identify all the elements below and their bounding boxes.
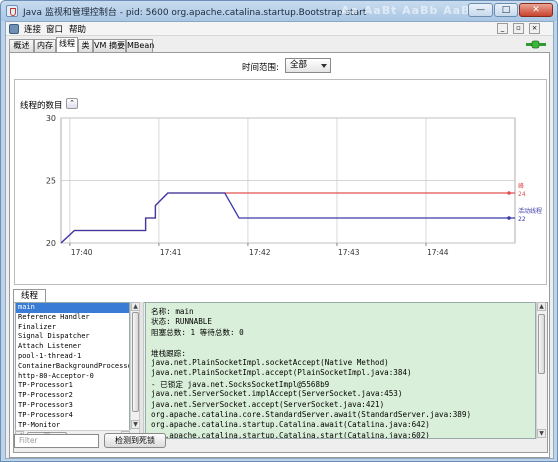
tab-overview[interactable]: 概述 [9, 39, 34, 52]
x-tick-label: 17:43 [338, 248, 360, 257]
thread-detail-line: 阻塞总数: 1 等待总数: 0 [151, 327, 244, 337]
thread-detail-line: - 已锁定 java.net.SocksSocketImpl@5568b9 [151, 379, 330, 389]
split-pane-divider[interactable] [139, 302, 144, 439]
title-bar[interactable]: Java 监视和管理控制台 - pid: 5600 org.apache.cat… [1, 1, 557, 21]
main-tabs: 概述 内存 线程 类 VM 摘要 MBean [6, 37, 553, 52]
thread-list-item[interactable]: Attach Listener [16, 342, 129, 352]
thread-detail-line: java.net.PlainSocketImpl.socketAccept(Na… [151, 358, 389, 367]
thread-list[interactable]: main Reference Handler Finalizer Signal Dis… [15, 302, 130, 439]
mdi-close-button[interactable]: × [529, 23, 540, 34]
y-tick-label: 25 [46, 177, 56, 186]
window-menu-icon[interactable] [9, 24, 19, 34]
x-tick-label: 17:41 [160, 248, 182, 257]
tab-threads[interactable]: 线程 [56, 37, 78, 52]
thread-detail-line: 名称: main [151, 307, 194, 316]
thread-detail-line: 堆栈跟踪: [151, 348, 186, 358]
thread-detail-line: java.net.ServerSocket.implAccept(ServerS… [151, 389, 403, 399]
time-range-label: 时间范围: [242, 63, 279, 73]
tab-classes[interactable]: 类 [78, 39, 93, 52]
connection-status-icon[interactable] [526, 40, 546, 49]
collapse-chart-button[interactable]: ⌃ [66, 98, 78, 109]
thread-filter-input[interactable]: Filter [14, 434, 99, 448]
thread-list-item[interactable]: ContainerBackgroundProcessor[S [16, 362, 129, 372]
maximize-button[interactable]: □ [494, 3, 518, 17]
client-area: 连接 窗口 帮助 _ ▫ × 概述 内存 线程 类 VM 摘要 MBean 时间… [5, 21, 554, 459]
thread-list-vscrollbar[interactable]: ▲ ▼ [130, 302, 140, 430]
thread-details: 名称: main 状态: RUNNABLE 阻塞总数: 1 等待总数: 0 堆栈跟踪:… [145, 302, 536, 439]
thread-list-item[interactable]: main [16, 303, 129, 313]
detect-deadlock-button[interactable]: 检测到死锁 [104, 433, 166, 448]
x-tick-label: 17:42 [249, 248, 271, 257]
thread-detail-line: org.apache.catalina.startup.Catalina.sta… [151, 430, 430, 439]
tab-memory[interactable]: 内存 [34, 39, 56, 52]
thread-detail-line: java.net.PlainSocketImpl.accept(PlainSoc… [151, 368, 412, 378]
mdi-minimize-button[interactable]: _ [497, 23, 508, 34]
chevron-down-icon [321, 64, 327, 68]
x-tick-label: 17:40 [71, 248, 93, 257]
thread-list-item[interactable]: Reference Handler [16, 313, 129, 323]
threads-subtab[interactable]: 线程 [13, 289, 46, 303]
thread-detail-line: 状态: RUNNABLE [151, 317, 212, 327]
menu-window[interactable]: 窗口 [46, 23, 63, 35]
thread-list-item[interactable]: pool-1-thread-1 [16, 352, 129, 362]
thread-list-item[interactable]: TP-Processor4 [16, 411, 129, 421]
menu-help[interactable]: 帮助 [69, 23, 86, 35]
window-title: Java 监视和管理控制台 - pid: 5600 org.apache.cat… [23, 8, 367, 18]
legend-series-name: 活动线程 [518, 207, 542, 215]
thread-detail-line: org.apache.catalina.core.StandardServer.… [151, 410, 472, 419]
x-tick-label: 17:44 [427, 248, 449, 257]
thread-list-item[interactable]: TP-Processor3 [16, 401, 129, 411]
tab-mbean[interactable]: MBean [126, 39, 154, 52]
thread-detail-line: org.apache.catalina.startup.Catalina.awa… [151, 420, 430, 430]
thread-list-item[interactable]: Signal Dispatcher [16, 332, 129, 342]
legend-series-value: 22 [518, 216, 526, 223]
thread-list-rows: main Reference Handler Finalizer Signal Dis… [16, 303, 129, 438]
details-vscrollbar[interactable]: ▲ ▼ [536, 302, 546, 439]
series-end-marker [507, 191, 511, 195]
series-end-marker [507, 216, 511, 220]
thread-list-item[interactable]: TP-Processor2 [16, 391, 129, 401]
legend-series-name: 峰 [518, 182, 524, 190]
details-scroll-down-arrow-icon[interactable]: ▼ [537, 429, 546, 438]
java-cup-icon [6, 5, 18, 17]
mdi-restore-button[interactable]: ▫ [513, 23, 524, 34]
minimize-button[interactable]: — [468, 3, 493, 17]
thread-list-item[interactable]: TP-Monitor [16, 421, 129, 431]
thread-list-item[interactable]: TP-Processor1 [16, 381, 129, 391]
thread-list-vscroll-thumb[interactable] [132, 312, 139, 412]
close-button[interactable]: ✕ [519, 3, 553, 17]
details-vscroll-thumb[interactable] [538, 314, 545, 374]
y-tick-label: 30 [46, 114, 56, 123]
details-scroll-up-arrow-icon[interactable]: ▲ [537, 302, 546, 311]
menu-bar: 连接 窗口 帮助 _ ▫ × [6, 22, 553, 36]
y-tick-label: 20 [46, 239, 56, 248]
time-range-select[interactable]: 全部 [285, 58, 331, 73]
time-range-value: 全部 [290, 60, 308, 70]
menu-connection[interactable]: 连接 [24, 23, 41, 35]
app-window: Java 监视和管理控制台 - pid: 5600 org.apache.cat… [0, 0, 558, 462]
chart-title: 线程的数目 [18, 99, 65, 111]
tab-vm-summary[interactable]: VM 摘要 [93, 39, 126, 52]
thread-list-item[interactable]: http-80-Acceptor-0 [16, 372, 129, 382]
thread-detail-line: java.net.ServerSocket.accept(ServerSocke… [151, 399, 385, 409]
thread-list-item[interactable]: Finalizer [16, 323, 129, 333]
legend-series-value: 24 [518, 191, 526, 198]
